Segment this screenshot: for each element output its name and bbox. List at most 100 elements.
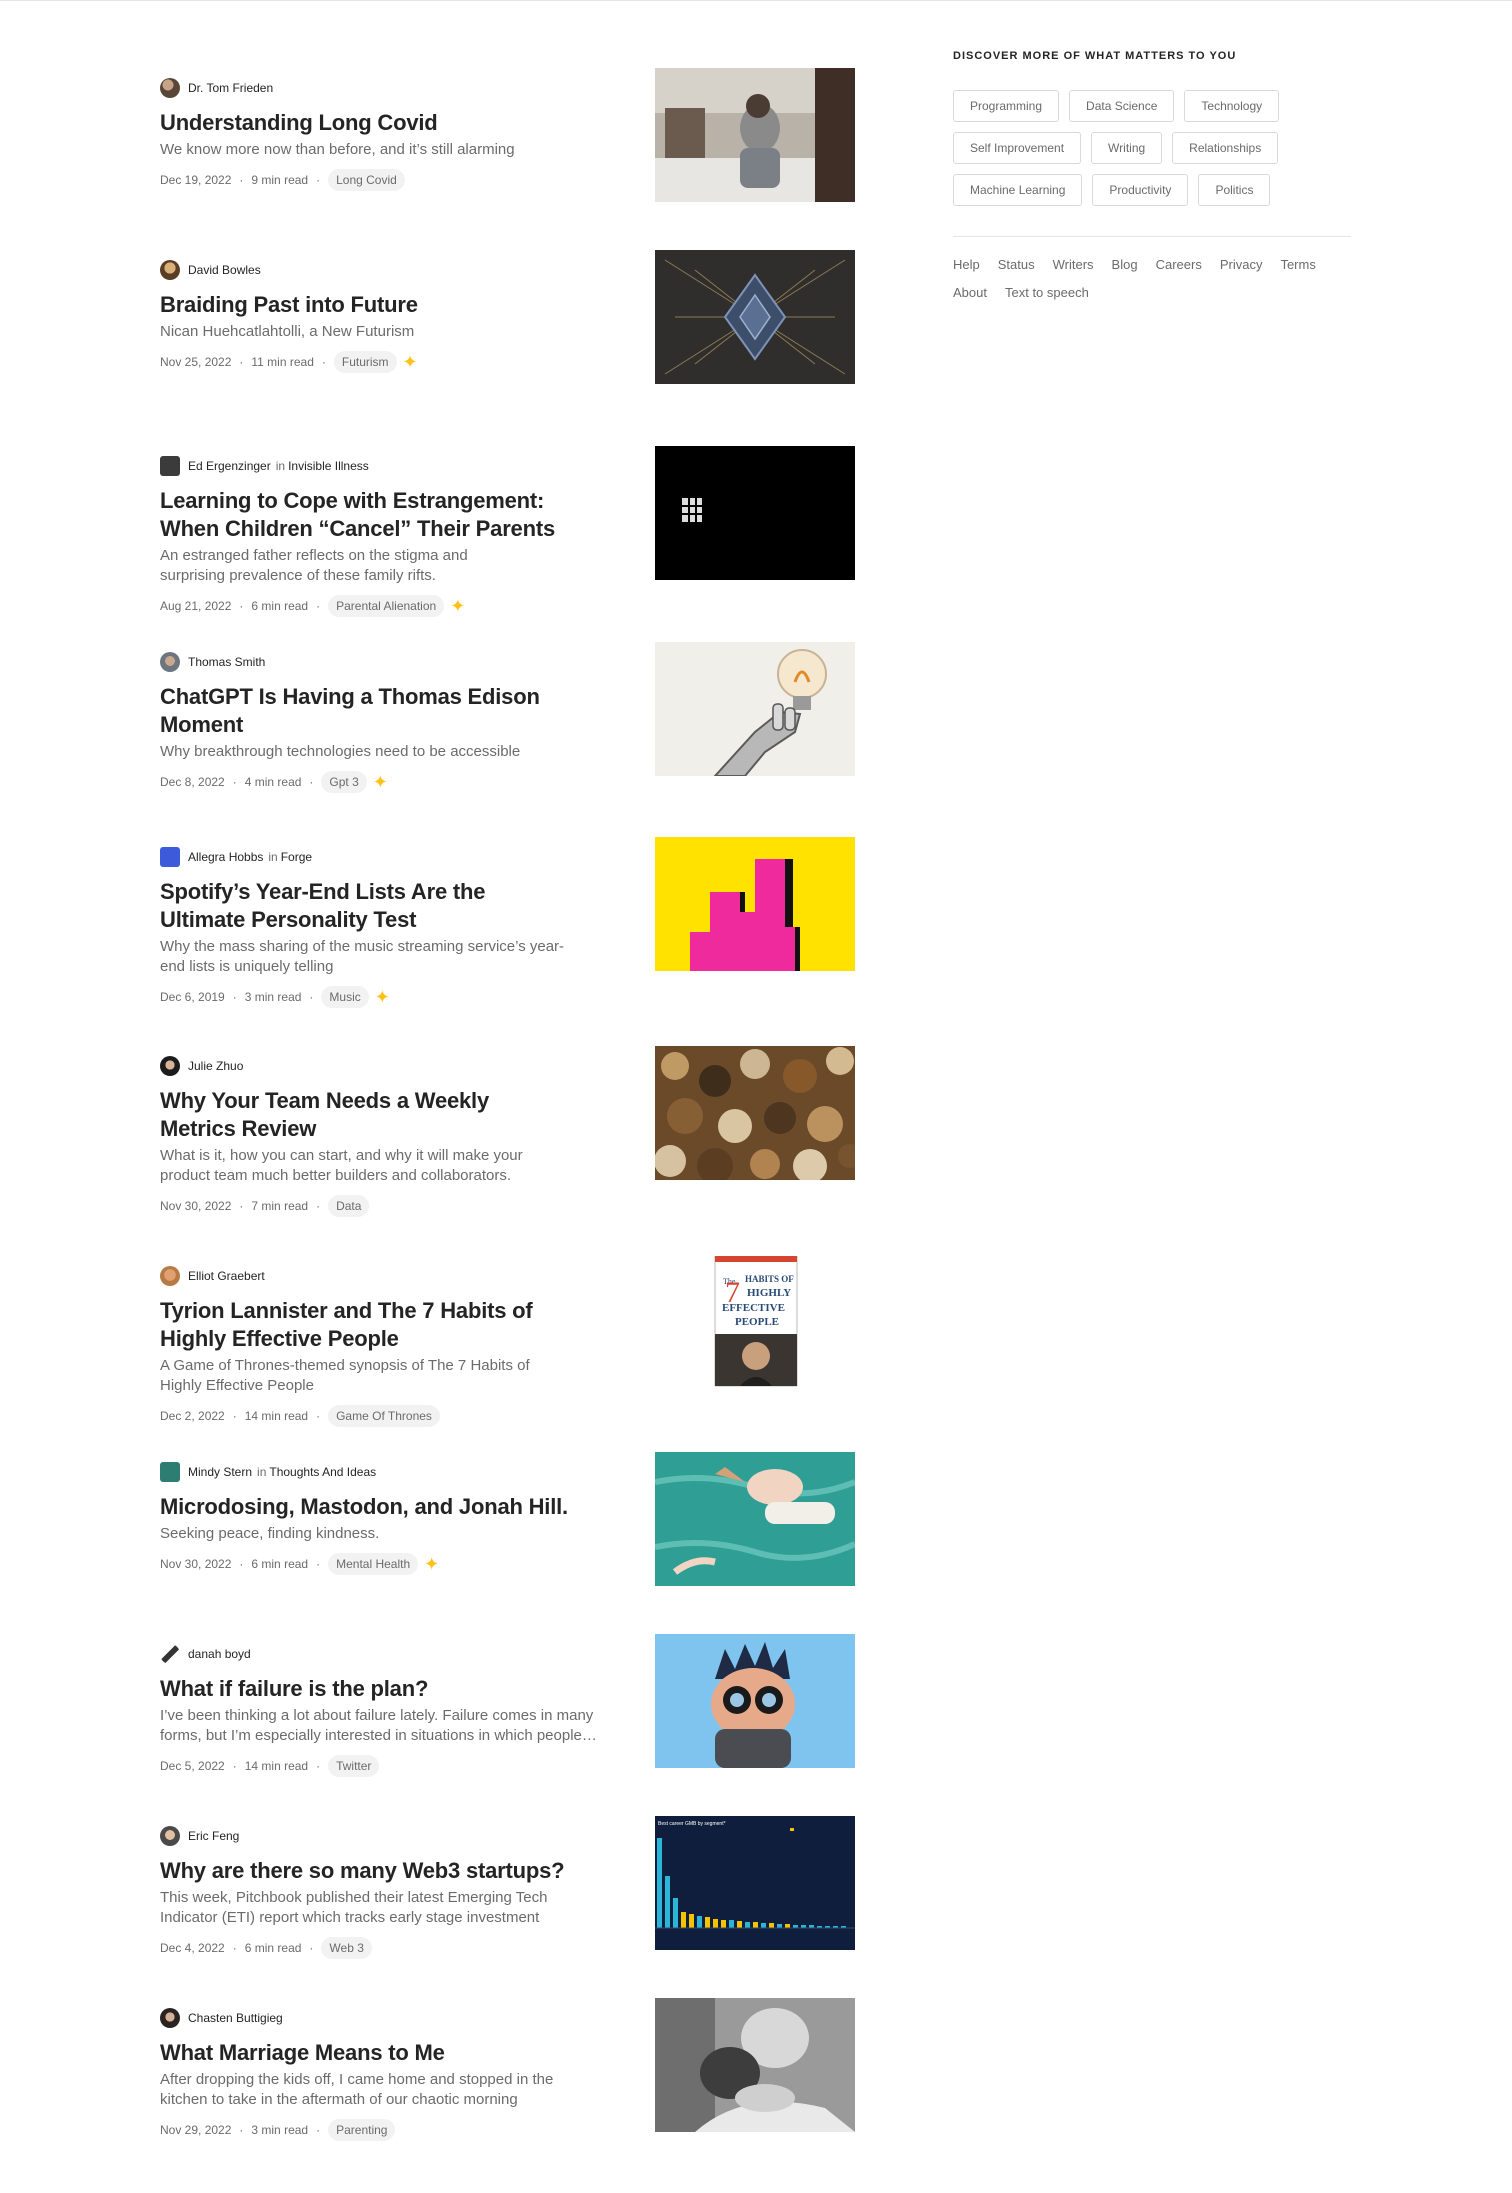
article-card[interactable]: Eric Feng Why are there so many Web3 sta… (160, 1816, 856, 1959)
article-title[interactable]: Learning to Cope with Estrangement: When … (160, 487, 610, 543)
article-thumbnail[interactable] (655, 837, 855, 971)
topic-tag[interactable]: Gpt 3 (321, 771, 367, 793)
footer-link-about[interactable]: About (953, 285, 987, 301)
footer-link-privacy[interactable]: Privacy (1220, 257, 1263, 273)
topic-tag[interactable]: Long Covid (328, 169, 405, 191)
article-title[interactable]: Spotify’s Year-End Lists Are the Ultimate… (160, 878, 610, 934)
article-thumbnail[interactable]: The 7 HABITS OF HIGHLY EFFECTIVE PEOPLE (655, 1256, 855, 1390)
article-subtitle[interactable]: This week, Pitchbook published their lat… (160, 1888, 610, 1928)
topic-tag[interactable]: Data (328, 1195, 370, 1217)
topic-tag[interactable]: Game Of Thrones (328, 1405, 440, 1427)
topic-tag[interactable]: Mental Health (328, 1553, 419, 1575)
author-avatar[interactable] (160, 1462, 180, 1482)
author-name[interactable]: Chasten Buttigieg (188, 2011, 283, 2025)
author-name[interactable]: danah boyd (188, 1647, 251, 1661)
article-card[interactable]: danah boyd What if failure is the plan? … (160, 1634, 856, 1777)
article-title[interactable]: Tyrion Lannister and The 7 Habits of High… (160, 1297, 610, 1353)
article-thumbnail[interactable] (655, 68, 855, 202)
article-title[interactable]: Microdosing, Mastodon, and Jonah Hill. (160, 1493, 610, 1521)
author-avatar[interactable] (160, 1826, 180, 1846)
topic-button[interactable]: Politics (1198, 174, 1271, 206)
author-name[interactable]: Elliot Graebert (188, 1269, 265, 1283)
article-thumbnail[interactable]: Best career GMB by segment* (655, 1816, 855, 1950)
article-title[interactable]: Why are there so many Web3 startups? (160, 1857, 610, 1885)
article-card[interactable]: Elliot Graebert Tyrion Lannister and The… (160, 1256, 856, 1427)
article-subtitle[interactable]: After dropping the kids off, I came home… (160, 2070, 610, 2110)
topic-button[interactable]: Data Science (1069, 90, 1175, 122)
footer-link-help[interactable]: Help (953, 257, 980, 273)
article-title[interactable]: Why Your Team Needs a Weekly Metrics Revi… (160, 1087, 610, 1143)
article-card[interactable]: Dr. Tom Frieden Understanding Long Covid… (160, 68, 856, 202)
author-name[interactable]: Eric Feng (188, 1829, 239, 1843)
author-avatar[interactable] (160, 260, 180, 280)
article-text: David Bowles Braiding Past into Future N… (160, 260, 610, 374)
author-name[interactable]: Allegra Hobbs (188, 850, 263, 864)
author-name[interactable]: Thomas Smith (188, 655, 265, 669)
article-card[interactable]: Julie Zhuo Why Your Team Needs a Weekly M… (160, 1046, 856, 1217)
footer-link-blog[interactable]: Blog (1112, 257, 1138, 273)
topic-button[interactable]: Productivity (1092, 174, 1189, 206)
footer-link-terms[interactable]: Terms (1280, 257, 1315, 273)
article-card[interactable]: Allegra Hobbs in Forge Spotify’s Year-En… (160, 837, 856, 1008)
article-title[interactable]: Understanding Long Covid (160, 109, 610, 137)
author-avatar[interactable] (160, 2008, 180, 2028)
author-avatar[interactable] (160, 1644, 180, 1664)
topic-button[interactable]: Writing (1091, 132, 1163, 164)
article-thumbnail[interactable] (655, 1634, 855, 1768)
topic-tag[interactable]: Parental Alienation (328, 595, 445, 617)
article-subtitle[interactable]: What is it, how you can start, and why i… (160, 1146, 610, 1186)
article-subtitle[interactable]: Why breakthrough technologies need to be… (160, 742, 610, 762)
article-card[interactable]: David Bowles Braiding Past into Future N… (160, 250, 856, 384)
topic-tag[interactable]: Web 3 (321, 1937, 372, 1959)
topic-button[interactable]: Programming (953, 90, 1060, 122)
article-card[interactable]: Chasten Buttigieg What Marriage Means to… (160, 1998, 856, 2141)
article-subtitle[interactable]: Nican Huehcatlahtolli, a New Futurism (160, 322, 610, 342)
author-avatar[interactable] (160, 1266, 180, 1286)
article-thumbnail[interactable] (655, 1452, 855, 1586)
article-title[interactable]: What if failure is the plan? (160, 1675, 610, 1703)
author-avatar[interactable] (160, 78, 180, 98)
topic-tag[interactable]: Parenting (328, 2119, 396, 2141)
author-name[interactable]: Julie Zhuo (188, 1059, 243, 1073)
publication-name[interactable]: Forge (281, 850, 312, 864)
topic-tag[interactable]: Futurism (333, 351, 397, 373)
article-thumbnail[interactable] (655, 642, 855, 776)
publication-name[interactable]: Thoughts And Ideas (269, 1465, 376, 1479)
author-avatar[interactable] (160, 652, 180, 672)
article-subtitle[interactable]: Seeking peace, finding kindness. (160, 1524, 610, 1544)
author-name[interactable]: Mindy Stern (188, 1465, 252, 1479)
article-meta: Nov 30, 2022 · 6 min read · Mental Health … (160, 1553, 440, 1575)
author-name[interactable]: Dr. Tom Frieden (188, 81, 273, 95)
topic-button[interactable]: Self Improvement (953, 132, 1082, 164)
article-subtitle[interactable]: I’ve been thinking a lot about failure l… (160, 1706, 610, 1746)
topic-tag[interactable]: Music (321, 986, 369, 1008)
article-subtitle[interactable]: We know more now than before, and it’s s… (160, 140, 610, 160)
article-thumbnail[interactable] (655, 1046, 855, 1180)
footer-link-writers[interactable]: Writers (1053, 257, 1094, 273)
article-subtitle[interactable]: An estranged father reflects on the stig… (160, 546, 610, 586)
article-thumbnail[interactable] (655, 1998, 855, 2132)
article-card[interactable]: Ed Ergenzinger in Invisible Illness Lear… (160, 446, 856, 617)
article-card[interactable]: Thomas Smith ChatGPT Is Having a Thomas … (160, 642, 856, 793)
author-name[interactable]: Ed Ergenzinger (188, 459, 271, 473)
article-card[interactable]: Mindy Stern in Thoughts And Ideas Microd… (160, 1452, 856, 1586)
topic-button[interactable]: Machine Learning (953, 174, 1083, 206)
article-subtitle[interactable]: Why the mass sharing of the music stream… (160, 937, 610, 977)
article-title[interactable]: What Marriage Means to Me (160, 2039, 610, 2067)
author-avatar[interactable] (160, 1056, 180, 1076)
footer-link-text-to-speech[interactable]: Text to speech (1005, 285, 1089, 301)
article-subtitle[interactable]: A Game of Thrones-themed synopsis of The… (160, 1356, 610, 1396)
topic-tag[interactable]: Twitter (328, 1755, 380, 1777)
footer-link-careers[interactable]: Careers (1156, 257, 1202, 273)
footer-link-status[interactable]: Status (998, 257, 1035, 273)
article-thumbnail[interactable] (655, 250, 855, 384)
topic-button[interactable]: Technology (1184, 90, 1280, 122)
author-avatar[interactable] (160, 847, 180, 867)
topic-button[interactable]: Relationships (1172, 132, 1279, 164)
article-title[interactable]: Braiding Past into Future (160, 291, 610, 319)
author-avatar[interactable] (160, 456, 180, 476)
article-title[interactable]: ChatGPT Is Having a Thomas Edison Moment (160, 683, 610, 739)
article-thumbnail[interactable] (655, 446, 855, 580)
author-name[interactable]: David Bowles (188, 263, 261, 277)
publication-name[interactable]: Invisible Illness (288, 459, 369, 473)
